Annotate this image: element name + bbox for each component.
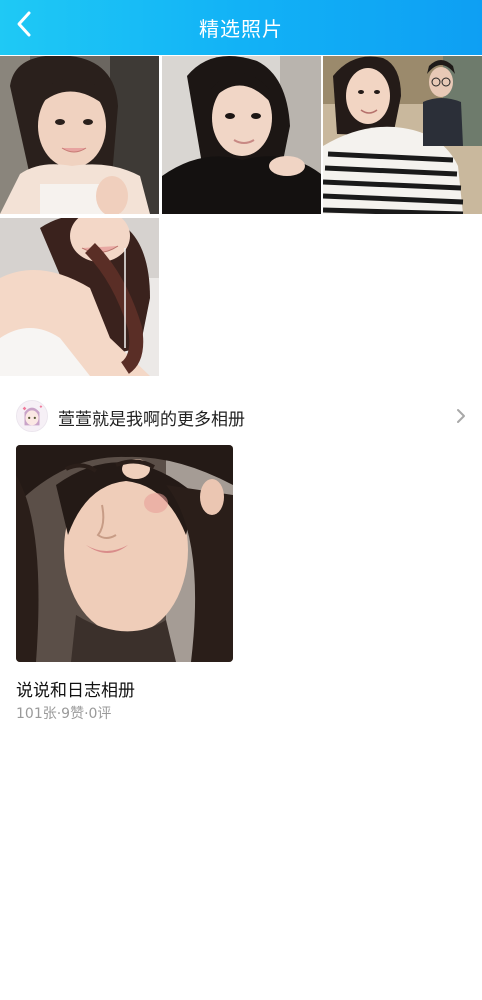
avatar [16,400,48,432]
album-title[interactable]: 说说和日志相册 [16,676,135,701]
featured-photo-3[interactable] [323,56,482,214]
more-albums-label: 萱萱就是我啊的更多相册 [58,410,245,430]
album-cover[interactable] [16,445,233,662]
more-albums-row[interactable]: 萱萱就是我啊的更多相册 [0,394,482,438]
chevron-left-icon [17,11,31,37]
top-bar: 精选照片 [0,0,482,55]
featured-photo-1[interactable] [0,56,159,214]
featured-photo-2[interactable] [162,56,321,214]
back-button[interactable] [4,4,44,44]
album-stats: 101张·9赞·0评 [16,706,112,722]
page-title: 精选照片 [199,17,283,41]
chevron-right-icon [457,409,465,423]
featured-photo-4[interactable] [0,218,159,376]
